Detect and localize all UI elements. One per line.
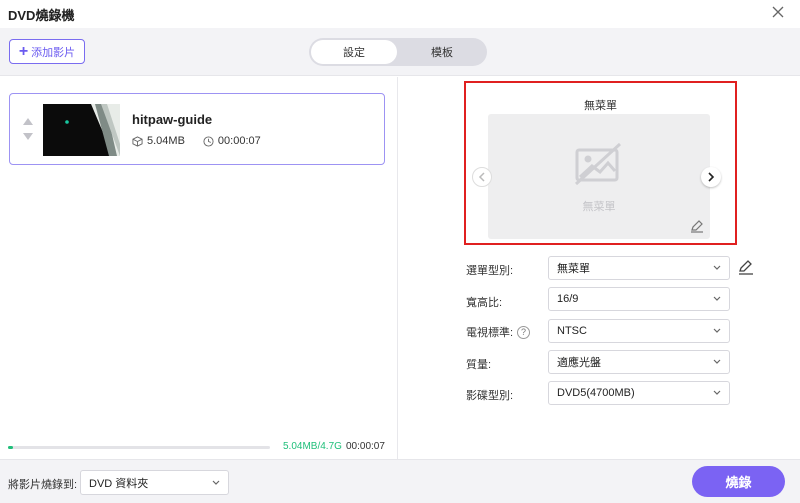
video-meta: 5.04MB 00:00:07 [132,135,261,147]
chevron-down-icon [212,480,220,485]
tab-switcher: 設定 模板 [309,38,487,66]
add-video-label: 添加影片 [31,46,76,59]
video-size: 5.04MB [147,135,185,147]
tab-settings[interactable]: 設定 [311,40,397,64]
total-duration-text: 00:00:07 [346,441,385,452]
storage-used-text: 5.04MB/4.7G [283,441,342,452]
menu-type-select[interactable]: 無菜單 [548,256,730,280]
video-duration: 00:00:07 [217,135,261,147]
window-title: DVD燒錄機 [8,8,75,23]
quality-select[interactable]: 適應光盤 [548,350,730,374]
menu-preview-frame: 無菜單 無菜單 [464,81,737,245]
chevron-down-icon [713,265,721,270]
aspect-ratio-select[interactable]: 16/9 [548,287,730,311]
menu-type-value: 無菜單 [557,263,590,275]
tv-standard-label-group: 電視標準: ? [466,324,531,340]
chevron-right-icon [708,172,715,182]
aspect-ratio-value: 16/9 [557,293,579,305]
video-list-item[interactable]: hitpaw-guide 5.04MB 00:00:07 [9,93,385,165]
storage-progress-bar [8,446,270,449]
tv-standard-select[interactable]: NTSC [548,319,730,343]
reorder-arrows-icon[interactable] [22,114,34,144]
plus-icon: + [18,42,29,60]
edit-preview-icon[interactable] [690,219,704,233]
chevron-left-icon [478,172,485,182]
preview-prev-button[interactable] [472,167,492,187]
no-image-icon [574,142,622,186]
disc-type-value: DVD5(4700MB) [557,387,635,399]
tv-standard-label: 電視標準: [466,327,514,339]
menu-preview: 無菜單 [488,114,710,239]
video-list-pane: hitpaw-guide 5.04MB 00:00:07 [0,77,398,459]
chevron-down-icon [713,296,721,301]
burn-to-label: 將影片燒錄到: [8,479,78,491]
video-thumbnail [43,104,120,156]
aspect-ratio-label: 寬高比: [466,297,503,309]
disc-type-label: 影碟型別: [466,390,514,402]
chevron-down-icon [713,390,721,395]
quality-label: 質量: [466,359,492,371]
close-icon[interactable] [770,4,786,20]
file-size-icon [132,135,143,147]
title-bar: DVD燒錄機 [0,0,800,28]
preview-placeholder-text: 無菜單 [582,201,616,213]
add-video-button[interactable]: + 添加影片 [9,39,85,64]
burn-destination-select[interactable]: DVD 資料夾 [80,470,229,495]
help-icon[interactable]: ? [517,325,531,339]
toolbar: + 添加影片 設定 模板 [0,28,800,76]
edit-menu-icon[interactable] [738,259,754,275]
chevron-down-icon [713,359,721,364]
disc-type-select[interactable]: DVD5(4700MB) [548,381,730,405]
burn-destination-value: DVD 資料夾 [89,477,149,490]
chevron-down-icon [713,328,721,333]
bottom-bar: 將影片燒錄到: DVD 資料夾 燒錄 [0,459,800,503]
preview-title: 無菜單 [584,100,617,112]
menu-type-label: 選單型別: [466,265,514,277]
clock-icon [203,135,214,147]
quality-value: 適應光盤 [557,357,601,369]
tab-templates[interactable]: 模板 [399,40,485,64]
video-name: hitpaw-guide [132,112,213,127]
tv-standard-value: NTSC [557,325,587,337]
storage-progress-fill [8,446,14,449]
preview-next-button[interactable] [701,167,721,187]
burn-button[interactable]: 燒錄 [692,466,785,497]
